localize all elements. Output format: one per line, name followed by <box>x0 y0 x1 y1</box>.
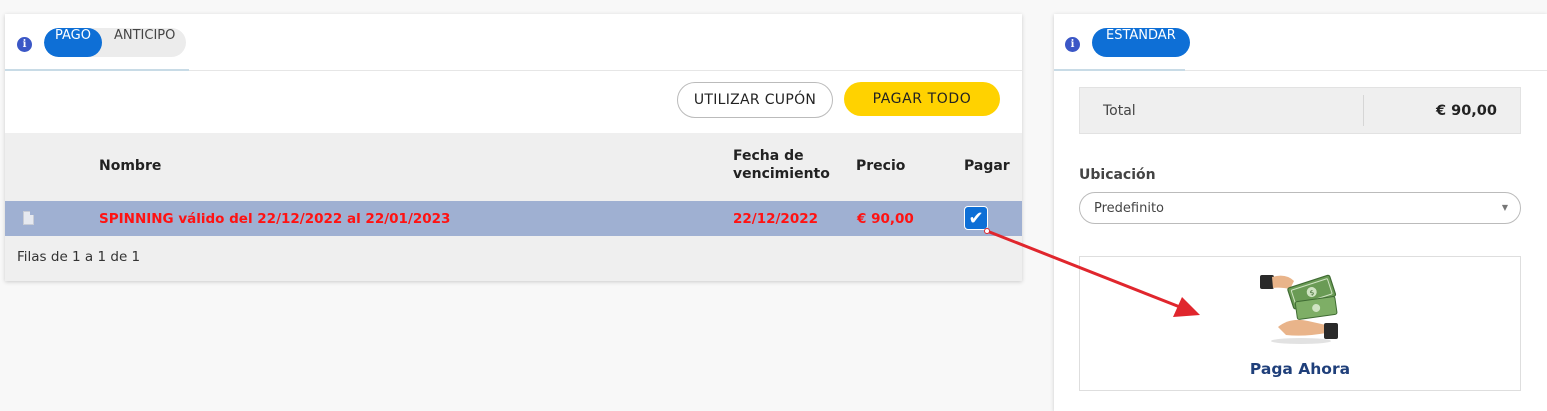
document-icon[interactable] <box>23 211 34 225</box>
pay-checkbox[interactable]: ✔ <box>964 206 988 230</box>
table-header: Nombre Fecha de vencimiento Precio Pagar <box>5 133 1022 201</box>
total-box: Total € 90,00 <box>1079 87 1521 134</box>
pay-now-label: Paga Ahora <box>1249 360 1351 378</box>
row-fecha: 22/12/2022 <box>733 211 819 227</box>
payment-tab-group: PAGO ANTICIPO <box>44 28 187 57</box>
pay-all-button[interactable]: PAGAR TODO <box>844 82 1000 116</box>
info-icon[interactable]: i <box>1065 37 1080 52</box>
pay-now-card[interactable]: $ Paga Ahora <box>1079 256 1521 391</box>
total-divider <box>1363 95 1364 126</box>
checkmark-icon: ✔ <box>968 207 984 229</box>
tab-pago[interactable]: PAGO <box>44 28 102 57</box>
tab-underline <box>5 69 189 71</box>
row-nombre: SPINNING válido del 22/12/2022 al 22/01/… <box>99 211 451 227</box>
column-header-fecha-line1: Fecha de <box>733 148 804 164</box>
column-header-nombre[interactable]: Nombre <box>99 158 161 174</box>
money-hands-icon: $ <box>1260 274 1338 344</box>
location-label: Ubicación <box>1079 167 1156 183</box>
table-row[interactable]: SPINNING válido del 22/12/2022 al 22/01/… <box>5 201 1022 236</box>
column-header-precio[interactable]: Precio <box>856 158 905 174</box>
location-select[interactable]: Predefinito ▼ <box>1079 192 1521 224</box>
dropdown-arrow-icon: ▼ <box>1501 203 1508 212</box>
info-icon[interactable]: i <box>17 37 32 52</box>
column-header-fecha[interactable]: Fecha de vencimiento <box>733 148 830 182</box>
column-header-fecha-line2: vencimiento <box>733 166 830 182</box>
tab-underline <box>1054 69 1185 71</box>
rows-count-text: Filas de 1 a 1 de 1 <box>17 249 141 265</box>
payment-tabbar: i PAGO ANTICIPO <box>5 14 1022 71</box>
total-label: Total <box>1103 103 1136 119</box>
tab-estandar[interactable]: ESTÁNDAR <box>1092 28 1190 57</box>
payment-panel: i PAGO ANTICIPO UTILIZAR CUPÓN PAGAR TOD… <box>5 14 1022 281</box>
column-header-pagar[interactable]: Pagar <box>964 158 1010 174</box>
use-coupon-button[interactable]: UTILIZAR CUPÓN <box>677 82 833 118</box>
table-footer: Filas de 1 a 1 de 1 <box>5 236 1022 281</box>
summary-tabbar: i ESTÁNDAR <box>1054 14 1547 71</box>
location-value: Predefinito <box>1094 201 1165 216</box>
total-value: € 90,00 <box>1435 103 1497 119</box>
summary-panel: i ESTÁNDAR Total € 90,00 Ubicación Prede… <box>1054 14 1547 411</box>
row-precio: € 90,00 <box>857 211 914 227</box>
tab-anticipo[interactable]: ANTICIPO <box>102 28 186 57</box>
